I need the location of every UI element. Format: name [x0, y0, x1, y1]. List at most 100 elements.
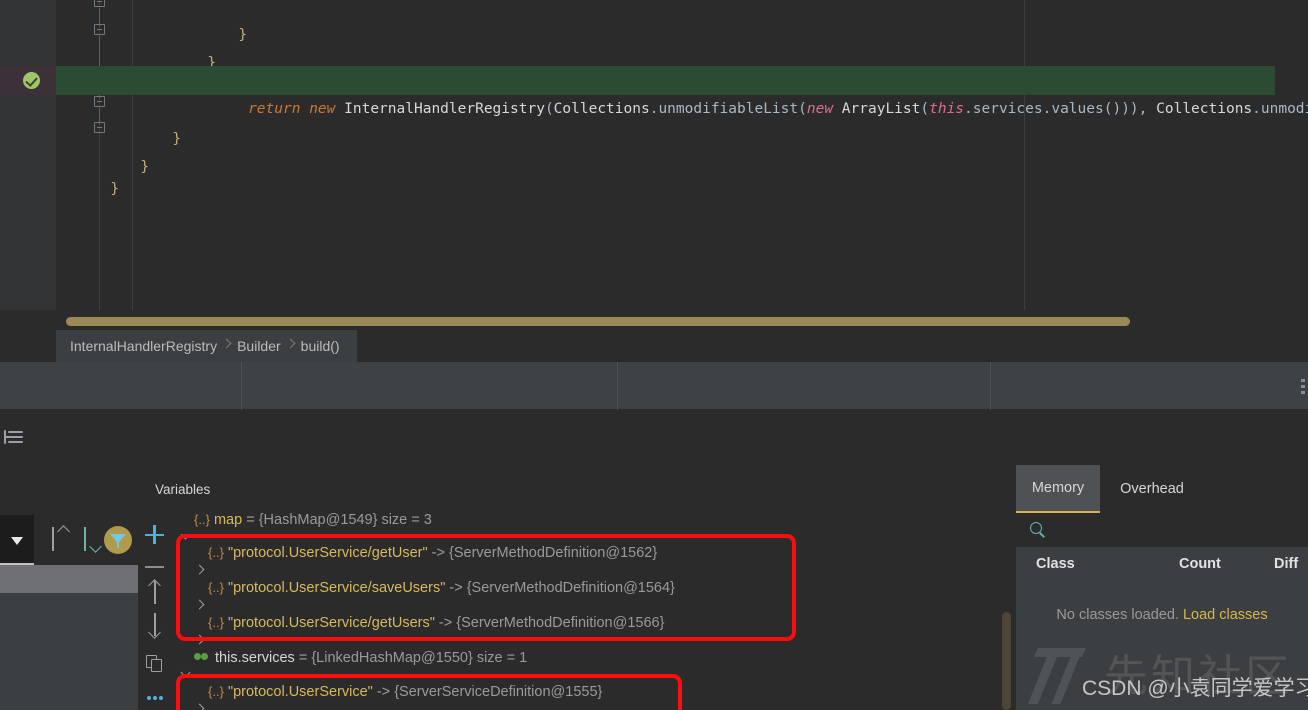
code-line: }: [58, 146, 119, 197]
code-line-execution: return new InternalHandlerRegistry(Colle…: [56, 66, 1308, 117]
tab-overhead[interactable]: Overhead: [1106, 465, 1198, 513]
breadcrumb-tail: [340, 330, 357, 362]
copy-value-button[interactable]: [138, 647, 172, 677]
search-icon: [1030, 522, 1047, 539]
variable-size: size = 1: [472, 650, 528, 666]
map-arrow: ->: [372, 684, 395, 700]
map-key: "protocol.UserService/saveUsers": [227, 580, 446, 596]
memory-panel: Memory Overhead Class Count Diff No clas…: [1014, 465, 1308, 710]
code-token: (: [920, 101, 930, 117]
indent-guide: [1024, 0, 1025, 310]
fold-marker-icon[interactable]: [94, 0, 105, 7]
editor-horizontal-scrollbar-thumb[interactable]: [66, 317, 1130, 326]
breadcrumb-item-class[interactable]: InternalHandlerRegistry: [68, 338, 219, 354]
variable-row-getuser[interactable]: {..} "protocol.UserService/getUser" -> {…: [172, 538, 657, 568]
copy-icon: [146, 655, 164, 673]
code-line: }: [120, 96, 181, 147]
code-token-method: unmodifiableMap: [1260, 101, 1308, 117]
variable-name: map: [213, 512, 243, 528]
variable-row-map[interactable]: {..} map = {HashMap@1549} size = 3: [172, 505, 432, 535]
column-header-diff[interactable]: Diff: [1274, 547, 1298, 582]
variable-name: this.services: [215, 650, 295, 666]
code-token: .: [1252, 101, 1261, 117]
column-header-class[interactable]: Class: [1036, 547, 1075, 582]
variables-scrollbar-thumb[interactable]: [1002, 612, 1011, 710]
panel-divider[interactable]: [990, 362, 991, 410]
arrow-down-icon: [144, 613, 166, 639]
breadcrumb-item-method[interactable]: build(): [299, 338, 342, 354]
variable-row-getusers[interactable]: {..} "protocol.UserService/getUsers" -> …: [172, 608, 664, 638]
code-token-keyword: new: [309, 101, 336, 117]
variable-value: {LinkedHashMap@1550}: [311, 650, 473, 666]
add-watch-button[interactable]: [138, 515, 172, 545]
code-token: }: [140, 159, 150, 175]
code-token-class: Collections: [553, 101, 650, 117]
code-token: }: [110, 181, 120, 197]
memory-class-table[interactable]: Class Count Diff No classes loaded. Load…: [1016, 547, 1308, 710]
panel-divider[interactable]: [617, 362, 618, 410]
breadcrumb[interactable]: InternalHandlerRegistry Builder build(): [56, 330, 357, 362]
more-options-button[interactable]: [138, 683, 172, 710]
map-arrow: ->: [427, 545, 449, 561]
code-token-class: ArrayList: [841, 101, 921, 117]
memory-search-field[interactable]: [1016, 515, 1308, 546]
variable-row-this-services[interactable]: this.services = {LinkedHashMap@1550} siz…: [172, 643, 527, 673]
check-circle-icon[interactable]: [23, 72, 40, 89]
remove-watch-button[interactable]: [138, 547, 172, 577]
map-arrow: ->: [445, 580, 467, 596]
ellipsis-icon: [147, 696, 165, 700]
map-key: "protocol.UserService": [227, 684, 373, 700]
arrow-up-icon: [52, 525, 71, 551]
code-line: }: [186, 0, 247, 43]
layout-settings-icon[interactable]: [4, 429, 24, 447]
map-key: "protocol.UserService/getUsers": [227, 615, 435, 631]
chevron-right-icon: [219, 330, 235, 362]
column-header-count[interactable]: Count: [1179, 547, 1221, 582]
map-value: {ServerMethodDefinition@1564}: [466, 580, 675, 596]
editor-gutter[interactable]: [0, 0, 56, 310]
code-token-keyword: new: [806, 101, 834, 117]
panel-drag-handle-icon[interactable]: [1301, 379, 1305, 397]
code-token-class: InternalHandlerRegistry: [344, 101, 545, 117]
panel-divider[interactable]: [241, 362, 242, 410]
frames-list-selected-row[interactable]: [0, 565, 138, 593]
braces-icon: {..}: [194, 512, 210, 527]
empty-message: No classes loaded.: [1056, 607, 1179, 623]
code-token-method: unmodifiableList: [658, 101, 799, 117]
fold-marker-icon[interactable]: [94, 24, 105, 35]
minus-icon: [145, 557, 164, 576]
code-token: (: [544, 101, 554, 117]
step-up-button[interactable]: [41, 525, 71, 553]
map-value: {ServerMethodDefinition@1566}: [456, 615, 665, 631]
variable-size: size = 3: [377, 512, 432, 528]
plus-icon: [145, 525, 164, 544]
code-editor[interactable]: } } return new InternalHandlerRegistry(C…: [0, 0, 1308, 310]
code-token-keyword: return: [248, 101, 301, 117]
frames-dropdown-button[interactable]: [0, 515, 34, 565]
breadcrumb-item-builder[interactable]: Builder: [235, 338, 283, 354]
code-token-class: Collections: [1156, 101, 1253, 117]
step-down-button[interactable]: [73, 527, 103, 553]
map-value: {ServerServiceDefinition@1555}: [394, 684, 603, 700]
variables-title: Variables: [155, 482, 211, 497]
code-token: ())),: [1103, 101, 1157, 117]
variable-row-saveusers[interactable]: {..} "protocol.UserService/saveUsers" ->…: [172, 573, 675, 603]
tab-memory[interactable]: Memory: [1016, 465, 1100, 513]
code-token: (: [798, 101, 807, 117]
variable-row-userservice[interactable]: {..} "protocol.UserService" -> {ServerSe…: [172, 677, 602, 707]
arrow-up-icon: [144, 579, 166, 605]
memory-empty-state: No classes loaded. Load classes: [1016, 607, 1308, 623]
chevron-right-icon: [283, 330, 299, 362]
filter-funnel-icon[interactable]: [104, 526, 132, 554]
braces-icon: {..}: [208, 545, 224, 560]
move-down-button[interactable]: [138, 613, 172, 643]
load-classes-link[interactable]: Load classes: [1183, 607, 1268, 623]
code-token: .: [964, 101, 973, 117]
variables-toolbar: [138, 515, 172, 710]
code-token-keyword: this: [929, 101, 965, 117]
variables-tree[interactable]: {..} map = {HashMap@1549} size = 3 {..} …: [172, 505, 1000, 710]
code-token: }: [172, 131, 182, 147]
move-up-button[interactable]: [138, 579, 172, 611]
variable-value: {HashMap@1549}: [258, 512, 378, 528]
field-dots-icon: [194, 653, 211, 661]
